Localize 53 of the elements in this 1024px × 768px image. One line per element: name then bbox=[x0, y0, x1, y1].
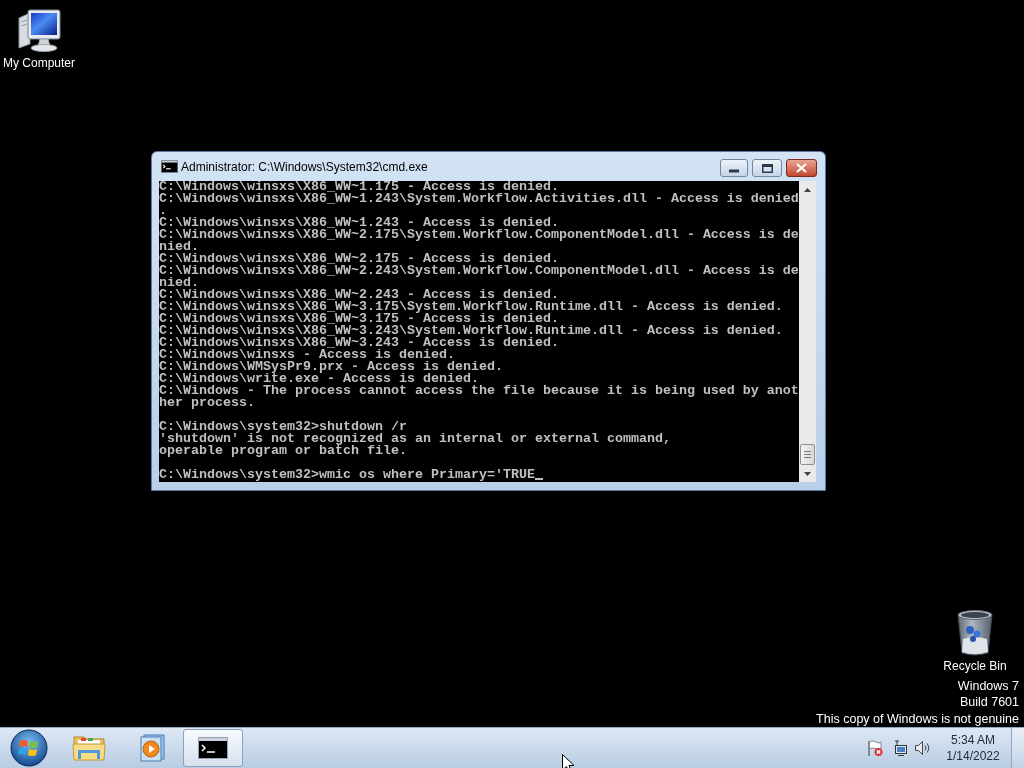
console-line: C:\Windows\system32>wmic os where Primary='TRUE bbox=[159, 469, 535, 481]
console-line: nied. bbox=[159, 241, 199, 253]
console-line: C:\Windows\winsxs\X86_WW~1.243\System.Workflow.Activities.dll - Access is denied bbox=[159, 193, 799, 205]
console-line: C:\Windows\winsxs\X86_WW~1.243 - Access is denied. bbox=[159, 217, 559, 229]
window-title: Administrator: C:\Windows\System32\cmd.exe bbox=[181, 159, 428, 174]
network-icon[interactable] bbox=[892, 740, 908, 756]
console-line: C:\Windows\WMSysPr9.prx - Access is denied. bbox=[159, 361, 504, 373]
scroll-thumb[interactable] bbox=[800, 444, 815, 465]
up-arrow-icon bbox=[804, 187, 811, 192]
close-icon bbox=[796, 163, 807, 173]
close-button[interactable] bbox=[786, 159, 817, 177]
icon-label[interactable]: Recycle Bin bbox=[943, 659, 1007, 673]
console-line: C:\Windows\winsxs - Access is denied. bbox=[159, 349, 455, 361]
volume-icon[interactable] bbox=[914, 740, 930, 756]
console-line: C:\Windows\winsxs\X86_WW~3.243\System.Workflow.Runtime.dll - Access is denied. bbox=[159, 325, 784, 337]
notice-text: Build 7601 bbox=[959, 694, 1019, 711]
minimize-icon bbox=[729, 169, 739, 173]
folder-icon bbox=[72, 734, 106, 762]
clock-date[interactable]: 1/14/2022 bbox=[946, 748, 1000, 764]
scrollbar[interactable] bbox=[799, 181, 816, 482]
mouse-pointer-icon bbox=[562, 754, 575, 768]
recycle-bin-icon[interactable] bbox=[955, 608, 995, 658]
notice-text: Windows 7 bbox=[957, 677, 1019, 694]
console-line: 'shutdown' is not recognized as an internal or external command, bbox=[159, 433, 672, 445]
console-line: C:\Windows\write.exe - Access is denied. bbox=[159, 373, 479, 385]
console-line: C:\Windows\winsxs\X86_WW~3.175 - Access is denied. bbox=[159, 313, 559, 325]
console-line: C:\Windows\winsxs\X86_WW~2.175 - Access is denied. bbox=[159, 253, 559, 265]
console-line: C:\Windows - The process cannot access the file because it is being used by anot bbox=[159, 385, 799, 397]
maximize-button[interactable] bbox=[752, 159, 782, 177]
notice-text: This copy of Windows is not genuine bbox=[816, 710, 1019, 727]
windows-orb-icon[interactable] bbox=[9, 729, 48, 767]
flag-icon[interactable] bbox=[866, 739, 884, 757]
maximize-icon bbox=[761, 163, 773, 173]
icon-label[interactable]: My Computer bbox=[3, 56, 75, 70]
console-line: nied. bbox=[159, 277, 199, 289]
text-cursor-icon bbox=[534, 478, 543, 480]
console-line: C:\Windows\winsxs\X86_WW~3.243 - Access is denied. bbox=[159, 337, 559, 349]
console-line: C:\Windows\system32>shutdown /r bbox=[159, 421, 408, 433]
terminal-icon bbox=[198, 737, 228, 759]
computer-icon[interactable] bbox=[15, 6, 63, 54]
clock-time[interactable]: 5:34 AM bbox=[951, 732, 995, 748]
console-line: . bbox=[159, 205, 167, 217]
console-line: C:\Windows\winsxs\X86_WW~2.243\System.Workflow.ComponentModel.dll - Access is de bbox=[159, 265, 799, 277]
console-line: C:\Windows\winsxs\X86_WW~2.175\System.Workflow.ComponentModel.dll - Access is de bbox=[159, 229, 799, 241]
taskbar-button[interactable] bbox=[183, 729, 243, 767]
console-line: C:\Windows\winsxs\X86_WW~3.175\System.Workflow.Runtime.dll - Access is denied. bbox=[159, 301, 784, 313]
terminal-icon bbox=[161, 160, 178, 173]
console-line: operable program or batch file. bbox=[159, 445, 408, 457]
console-line: C:\Windows\winsxs\X86_WW~2.243 - Access is denied. bbox=[159, 289, 559, 301]
minimize-button[interactable] bbox=[720, 159, 748, 177]
console-line: C:\Windows\winsxs\X86_WW~1.175 - Access is denied. bbox=[159, 181, 559, 193]
console-line: her process. bbox=[159, 397, 256, 409]
down-arrow-icon bbox=[804, 471, 811, 476]
